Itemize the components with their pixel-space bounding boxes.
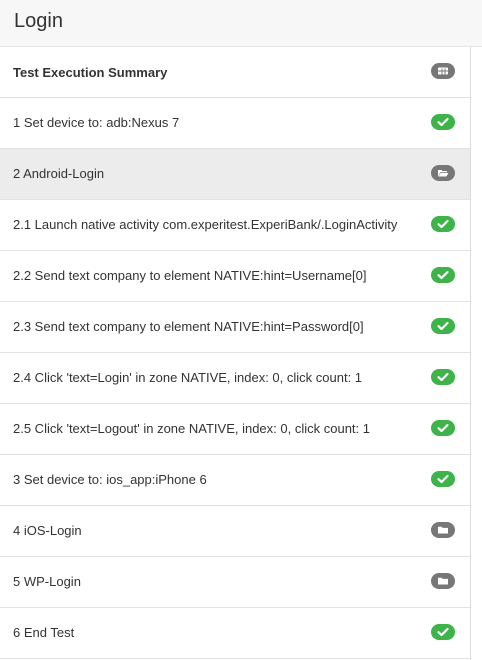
step-row-group[interactable]: 4 iOS-Login: [0, 506, 470, 557]
step-row[interactable]: 2.3 Send text company to element NATIVE:…: [0, 302, 470, 353]
scrollbar-track[interactable]: [471, 47, 482, 660]
step-label: Test Execution Summary: [13, 65, 168, 80]
step-row[interactable]: 2.5 Click 'text=Logout' in zone NATIVE, …: [0, 404, 470, 455]
table-icon: [431, 63, 455, 79]
step-label: 2.3 Send text company to element NATIVE:…: [13, 319, 364, 334]
step-label: 6 End Test: [13, 625, 75, 640]
step-label: 1 Set device to: adb:Nexus 7: [13, 115, 180, 130]
step-list: Test Execution Summary 1 Set device to: …: [0, 47, 471, 660]
step-label: 2 Android-Login: [13, 166, 105, 181]
page-header: Login: [0, 0, 482, 47]
step-label: 4 iOS-Login: [13, 523, 82, 538]
check-icon: [431, 318, 455, 334]
step-row-group[interactable]: 5 WP-Login: [0, 557, 470, 608]
folder-open-icon: [431, 165, 455, 181]
step-row-group-selected[interactable]: 2 Android-Login: [0, 149, 470, 200]
step-label: 2.5 Click 'text=Logout' in zone NATIVE, …: [13, 421, 370, 436]
step-label: 5 WP-Login: [13, 574, 81, 589]
step-label: 2.2 Send text company to element NATIVE:…: [13, 268, 367, 283]
step-row[interactable]: 2.1 Launch native activity com.experites…: [0, 200, 470, 251]
step-label: 2.4 Click 'text=Login' in zone NATIVE, i…: [13, 370, 363, 385]
step-row[interactable]: 6 End Test: [0, 608, 470, 659]
check-icon: [431, 114, 455, 130]
check-icon: [431, 267, 455, 283]
folder-icon: [431, 573, 455, 589]
step-row-summary[interactable]: Test Execution Summary: [0, 47, 470, 98]
page-title: Login: [14, 10, 63, 32]
check-icon: [431, 624, 455, 640]
step-label: 2.1 Launch native activity com.experites…: [13, 217, 398, 232]
check-icon: [431, 420, 455, 436]
check-icon: [431, 216, 455, 232]
step-row[interactable]: 2.2 Send text company to element NATIVE:…: [0, 251, 470, 302]
step-row[interactable]: 2.4 Click 'text=Login' in zone NATIVE, i…: [0, 353, 470, 404]
check-icon: [431, 369, 455, 385]
step-label: 3 Set device to: ios_app:iPhone 6: [13, 472, 207, 487]
folder-icon: [431, 522, 455, 538]
step-row[interactable]: 3 Set device to: ios_app:iPhone 6: [0, 455, 470, 506]
check-icon: [431, 471, 455, 487]
step-row[interactable]: 1 Set device to: adb:Nexus 7: [0, 98, 470, 149]
